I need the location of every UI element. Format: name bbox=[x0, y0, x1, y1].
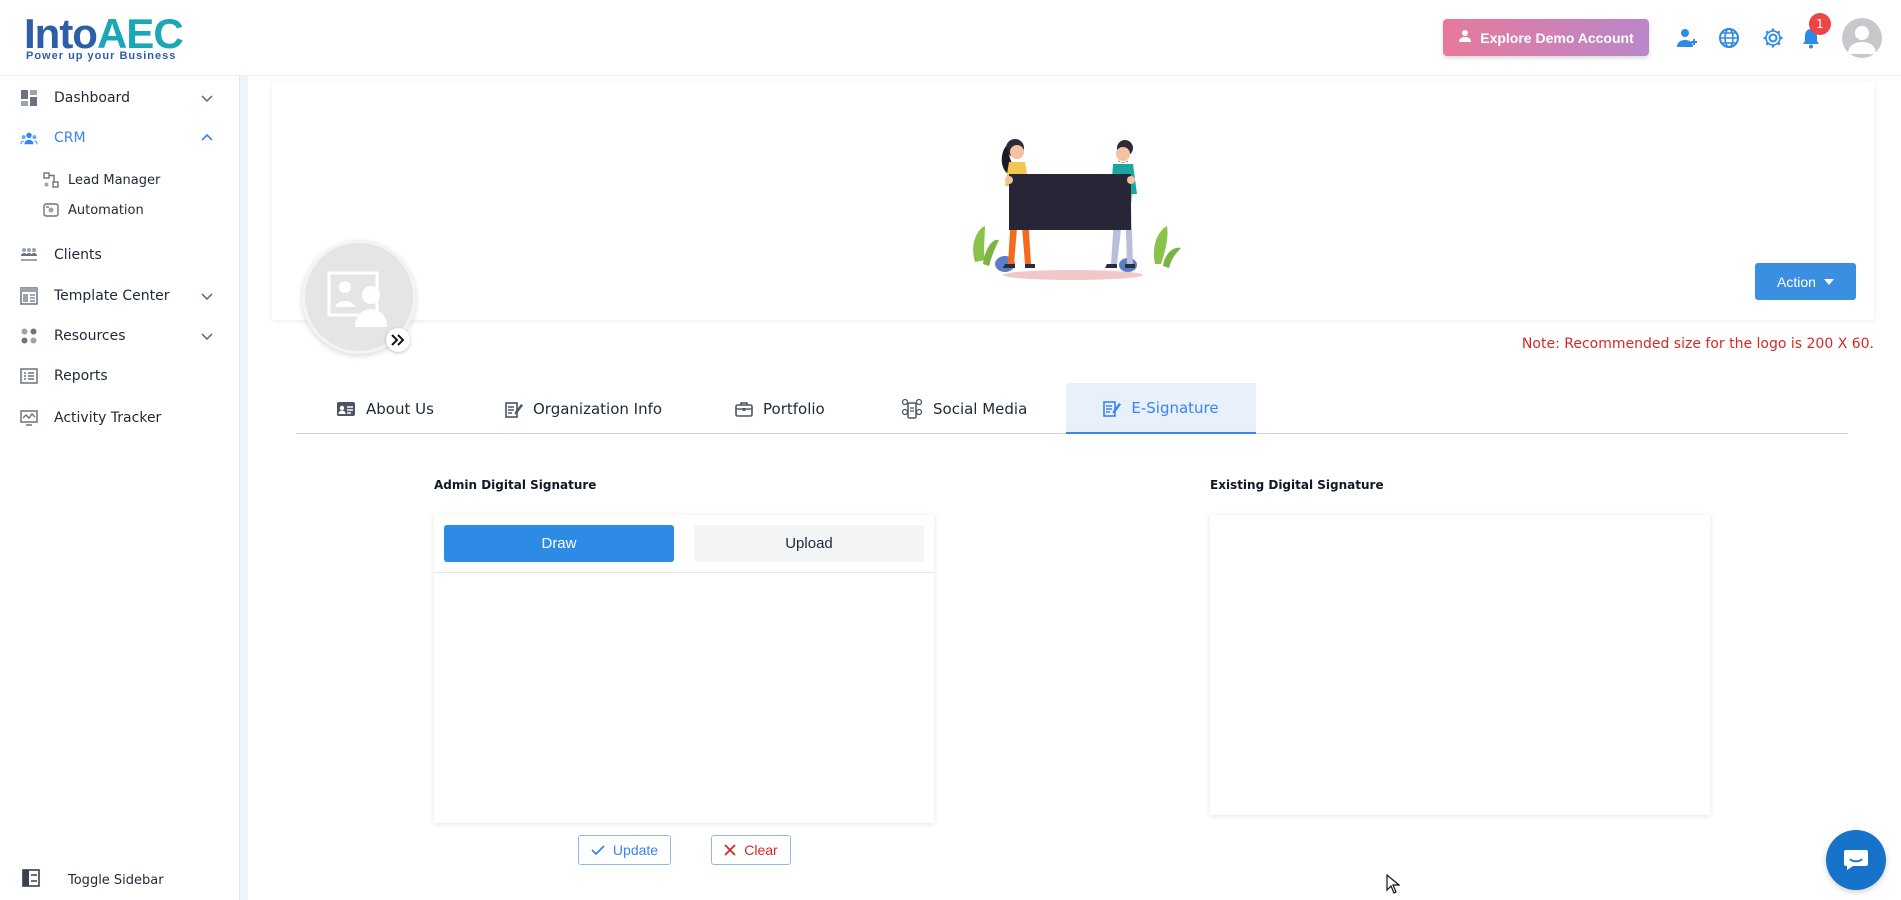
logo-size-note: Note: Recommended size for the logo is 2… bbox=[1521, 336, 1874, 352]
tab-about-us[interactable]: About Us bbox=[336, 383, 434, 434]
sidebar-item-label: Template Center bbox=[54, 288, 170, 304]
profile-tabs: About Us Organization Info Portfolio Soc… bbox=[296, 383, 1848, 434]
expand-profile-button[interactable] bbox=[386, 328, 410, 352]
edit-document-icon bbox=[505, 401, 523, 418]
update-label: Update bbox=[612, 842, 659, 858]
admin-signature-panel: Draw Upload bbox=[434, 515, 934, 823]
logo-tagline: Power up your Business bbox=[26, 50, 177, 62]
existing-signature-preview bbox=[1210, 515, 1710, 815]
social-media-icon bbox=[901, 398, 923, 419]
chat-bubble-icon bbox=[1844, 850, 1868, 870]
explore-demo-label: Explore Demo Account bbox=[1480, 29, 1634, 46]
clear-label: Clear bbox=[744, 842, 778, 858]
sidebar-subitem-lead-manager[interactable]: Lead Manager bbox=[0, 166, 230, 194]
add-user-icon[interactable] bbox=[1673, 24, 1701, 52]
automation-icon bbox=[43, 202, 59, 218]
profile-banner bbox=[272, 82, 1874, 320]
sidebar-item-dashboard[interactable]: Dashboard bbox=[0, 80, 230, 116]
profile-placeholder-icon bbox=[327, 271, 387, 327]
chevron-up-icon bbox=[200, 131, 214, 145]
sidebar-item-clients[interactable]: Clients bbox=[0, 237, 230, 273]
sidebar-subitem-automation[interactable]: Automation bbox=[0, 196, 230, 224]
sidebar-subitem-label: Automation bbox=[68, 202, 144, 218]
sidebar-item-template-center[interactable]: Template Center bbox=[0, 278, 230, 314]
chevron-down-icon bbox=[200, 289, 214, 303]
sidebar-item-label: Clients bbox=[54, 247, 102, 263]
update-button[interactable]: Update bbox=[578, 835, 671, 865]
tab-label: E-Signature bbox=[1131, 398, 1219, 417]
existing-signature-title: Existing Digital Signature bbox=[1210, 478, 1384, 492]
sidebar-item-label: Dashboard bbox=[54, 90, 130, 106]
sidebar-item-resources[interactable]: Resources bbox=[0, 318, 230, 354]
sidebar-subitem-label: Lead Manager bbox=[68, 172, 161, 188]
sidebar: Dashboard CRM Lead Manager Automation Cl… bbox=[0, 76, 240, 900]
toggle-sidebar-icon bbox=[22, 869, 40, 891]
sidebar-item-activity-tracker[interactable]: Activity Tracker bbox=[0, 400, 230, 436]
explore-demo-button[interactable]: Explore Demo Account bbox=[1443, 19, 1649, 56]
dashboard-icon bbox=[20, 89, 38, 107]
resources-icon bbox=[20, 327, 38, 345]
id-card-icon bbox=[337, 401, 355, 416]
draw-button[interactable]: Draw bbox=[444, 525, 674, 562]
signature-icon bbox=[1103, 400, 1122, 417]
signature-mode-tabs: Draw Upload bbox=[434, 515, 934, 573]
toggle-sidebar-label: Toggle Sidebar bbox=[68, 872, 164, 888]
sidebar-item-crm[interactable]: CRM bbox=[0, 120, 230, 156]
sidebar-item-reports[interactable]: Reports bbox=[0, 358, 230, 394]
mouse-cursor-icon bbox=[1386, 873, 1401, 898]
sidebar-scroll-strip bbox=[240, 76, 248, 900]
signature-canvas[interactable] bbox=[434, 573, 934, 823]
sidebar-item-label: CRM bbox=[54, 130, 86, 146]
notification-badge: 1 bbox=[1809, 13, 1831, 35]
caret-down-icon bbox=[1823, 278, 1834, 285]
user-avatar[interactable] bbox=[1842, 18, 1882, 58]
sidebar-item-label: Reports bbox=[54, 368, 108, 384]
clients-icon bbox=[20, 246, 38, 264]
template-icon bbox=[20, 287, 38, 305]
tab-label: Portfolio bbox=[763, 399, 825, 418]
gear-icon[interactable] bbox=[1759, 24, 1787, 52]
clear-button[interactable]: Clear bbox=[711, 835, 791, 865]
tab-label: Social Media bbox=[933, 399, 1028, 418]
tab-label: About Us bbox=[366, 399, 434, 418]
lead-manager-icon bbox=[43, 172, 59, 188]
top-header: IntoAEC Power up your Business Explore D… bbox=[0, 0, 1901, 76]
chevron-down-icon bbox=[200, 91, 214, 105]
user-demo-icon bbox=[1458, 29, 1472, 46]
sidebar-item-label: Resources bbox=[54, 328, 126, 344]
chat-support-button[interactable] bbox=[1826, 830, 1886, 890]
upload-button[interactable]: Upload bbox=[694, 525, 924, 562]
tab-e-signature[interactable]: E-Signature bbox=[1066, 383, 1256, 434]
close-icon bbox=[724, 844, 736, 856]
sidebar-item-label: Activity Tracker bbox=[54, 410, 162, 426]
globe-icon[interactable] bbox=[1715, 24, 1743, 52]
tab-label: Organization Info bbox=[533, 399, 663, 418]
reports-icon bbox=[20, 367, 38, 385]
crm-icon bbox=[20, 129, 38, 147]
admin-signature-title: Admin Digital Signature bbox=[434, 478, 597, 492]
check-icon bbox=[591, 845, 605, 856]
chevron-down-icon bbox=[200, 329, 214, 343]
tab-social-media[interactable]: Social Media bbox=[901, 383, 1027, 434]
toggle-sidebar-button[interactable]: Toggle Sidebar bbox=[0, 865, 230, 895]
app-logo[interactable]: IntoAEC Power up your Business bbox=[24, 8, 184, 66]
banner-illustration bbox=[973, 139, 1181, 280]
activity-icon bbox=[20, 409, 38, 427]
tab-organization-info[interactable]: Organization Info bbox=[505, 383, 662, 434]
tab-portfolio[interactable]: Portfolio bbox=[735, 383, 825, 434]
double-chevron-right-icon bbox=[391, 334, 405, 346]
action-button-label: Action bbox=[1777, 273, 1816, 290]
action-dropdown-button[interactable]: Action bbox=[1755, 263, 1856, 300]
briefcase-icon bbox=[735, 401, 753, 417]
